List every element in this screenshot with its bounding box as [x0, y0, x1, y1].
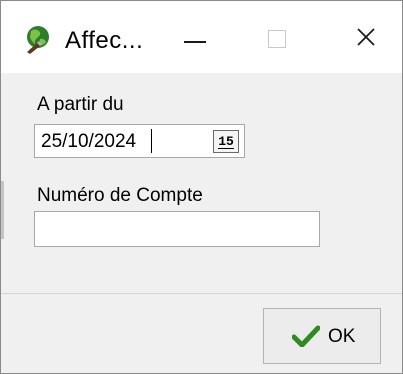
maximize-icon [268, 30, 286, 48]
title-bar[interactable]: Affec... [1, 1, 402, 73]
account-number-input[interactable] [34, 211, 320, 247]
date-input[interactable]: 25/10/2024 15 [34, 124, 245, 158]
checkmark-icon [291, 325, 321, 348]
dialog-window: Affec... A partir du 25/10/2024 15 Numér… [0, 0, 403, 374]
ok-label: OK [328, 326, 356, 347]
ok-button[interactable]: OK [263, 308, 381, 364]
minimize-button[interactable] [165, 11, 225, 63]
close-button[interactable] [335, 11, 395, 63]
window-edge-marker [1, 181, 4, 239]
window-title: Affec... [65, 27, 144, 54]
date-label: A partir du [37, 94, 124, 115]
maximize-button[interactable] [248, 11, 308, 63]
account-label: Numéro de Compte [37, 185, 203, 206]
close-icon [353, 24, 379, 50]
footer-divider [1, 293, 402, 294]
text-caret [151, 129, 152, 153]
app-globe-icon [23, 23, 53, 55]
calendar-button[interactable]: 15 [213, 130, 239, 153]
date-value[interactable]: 25/10/2024 [41, 131, 136, 153]
minimize-icon [184, 41, 206, 43]
